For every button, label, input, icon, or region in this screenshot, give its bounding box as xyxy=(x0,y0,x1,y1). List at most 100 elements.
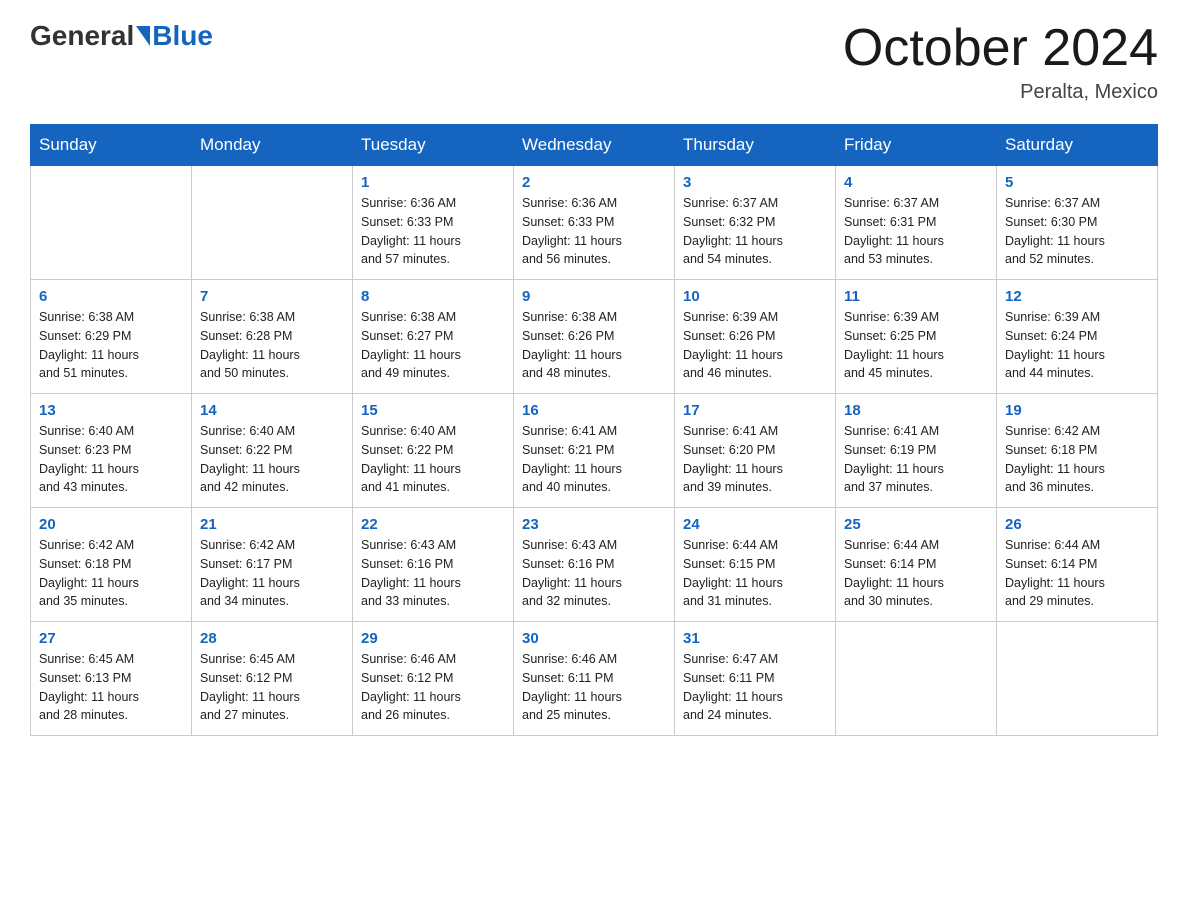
day-number: 9 xyxy=(522,288,666,305)
day-info: Sunrise: 6:43 AMSunset: 6:16 PMDaylight:… xyxy=(361,536,505,611)
day-info: Sunrise: 6:42 AMSunset: 6:18 PMDaylight:… xyxy=(1005,422,1149,497)
logo-blue-text: Blue xyxy=(152,20,213,52)
calendar-cell: 6 Sunrise: 6:38 AMSunset: 6:29 PMDaylight… xyxy=(31,280,192,394)
day-number: 25 xyxy=(844,516,988,533)
day-info: Sunrise: 6:42 AMSunset: 6:18 PMDaylight:… xyxy=(39,536,183,611)
day-number: 30 xyxy=(522,630,666,647)
day-number: 13 xyxy=(39,402,183,419)
calendar-cell: 17Sunrise: 6:41 AMSunset: 6:20 PMDayligh… xyxy=(675,394,836,508)
day-info: Sunrise: 6:36 AMSunset: 6:33 PMDaylight:… xyxy=(361,194,505,269)
calendar-cell: 18Sunrise: 6:41 AMSunset: 6:19 PMDayligh… xyxy=(836,394,997,508)
day-info: Sunrise: 6:39 AMSunset: 6:25 PMDaylight:… xyxy=(844,308,988,383)
day-info: Sunrise: 6:38 AMSunset: 6:28 PMDaylight:… xyxy=(200,308,344,383)
calendar-cell: 15 Sunrise: 6:40 AMSunset: 6:22 PMDayligh… xyxy=(353,394,514,508)
logo-arrow-icon xyxy=(136,26,150,46)
calendar-week-row: 20Sunrise: 6:42 AMSunset: 6:18 PMDayligh… xyxy=(31,508,1158,622)
calendar-week-row: 13 Sunrise: 6:40 AMSunset: 6:23 PMDayligh… xyxy=(31,394,1158,508)
title-block: October 2024 Peralta, Mexico xyxy=(843,20,1158,104)
day-number: 6 xyxy=(39,288,183,305)
calendar-cell xyxy=(31,166,192,280)
logo-general-text: General xyxy=(30,20,134,52)
day-info: Sunrise: 6:37 AMSunset: 6:31 PMDaylight:… xyxy=(844,194,988,269)
day-info: Sunrise: 6:37 AMSunset: 6:32 PMDaylight:… xyxy=(683,194,827,269)
calendar-cell: 23 Sunrise: 6:43 AMSunset: 6:16 PMDayligh… xyxy=(514,508,675,622)
calendar-cell: 30 Sunrise: 6:46 AMSunset: 6:11 PMDayligh… xyxy=(514,622,675,736)
day-info: Sunrise: 6:38 AMSunset: 6:27 PMDaylight:… xyxy=(361,308,505,383)
day-number: 11 xyxy=(844,288,988,305)
day-info: Sunrise: 6:36 AMSunset: 6:33 PMDaylight:… xyxy=(522,194,666,269)
day-info: Sunrise: 6:37 AMSunset: 6:30 PMDaylight:… xyxy=(1005,194,1149,269)
calendar-cell: 22Sunrise: 6:43 AMSunset: 6:16 PMDayligh… xyxy=(353,508,514,622)
day-number: 27 xyxy=(39,630,183,647)
day-info: Sunrise: 6:46 AMSunset: 6:11 PMDaylight:… xyxy=(522,650,666,725)
day-number: 3 xyxy=(683,174,827,191)
calendar-cell: 14Sunrise: 6:40 AMSunset: 6:22 PMDayligh… xyxy=(192,394,353,508)
calendar-cell xyxy=(997,622,1158,736)
day-number: 26 xyxy=(1005,516,1149,533)
day-number: 21 xyxy=(200,516,344,533)
day-number: 16 xyxy=(522,402,666,419)
calendar-cell: 2 Sunrise: 6:36 AMSunset: 6:33 PMDaylight… xyxy=(514,166,675,280)
day-info: Sunrise: 6:39 AMSunset: 6:24 PMDaylight:… xyxy=(1005,308,1149,383)
day-info: Sunrise: 6:46 AMSunset: 6:12 PMDaylight:… xyxy=(361,650,505,725)
calendar-week-row: 6 Sunrise: 6:38 AMSunset: 6:29 PMDaylight… xyxy=(31,280,1158,394)
day-number: 17 xyxy=(683,402,827,419)
day-info: Sunrise: 6:39 AMSunset: 6:26 PMDaylight:… xyxy=(683,308,827,383)
weekday-header-thursday: Thursday xyxy=(675,125,836,166)
day-number: 1 xyxy=(361,174,505,191)
calendar-cell: 10 Sunrise: 6:39 AMSunset: 6:26 PMDayligh… xyxy=(675,280,836,394)
weekday-header-friday: Friday xyxy=(836,125,997,166)
calendar-cell: 24 Sunrise: 6:44 AMSunset: 6:15 PMDayligh… xyxy=(675,508,836,622)
day-info: Sunrise: 6:40 AMSunset: 6:23 PMDaylight:… xyxy=(39,422,183,497)
day-info: Sunrise: 6:45 AMSunset: 6:13 PMDaylight:… xyxy=(39,650,183,725)
day-number: 23 xyxy=(522,516,666,533)
logo: General Blue xyxy=(30,20,213,52)
day-number: 5 xyxy=(1005,174,1149,191)
calendar-cell: 31Sunrise: 6:47 AMSunset: 6:11 PMDayligh… xyxy=(675,622,836,736)
day-number: 2 xyxy=(522,174,666,191)
day-info: Sunrise: 6:44 AMSunset: 6:15 PMDaylight:… xyxy=(683,536,827,611)
day-info: Sunrise: 6:45 AMSunset: 6:12 PMDaylight:… xyxy=(200,650,344,725)
weekday-header-saturday: Saturday xyxy=(997,125,1158,166)
calendar-cell: 28 Sunrise: 6:45 AMSunset: 6:12 PMDayligh… xyxy=(192,622,353,736)
day-number: 31 xyxy=(683,630,827,647)
day-info: Sunrise: 6:38 AMSunset: 6:29 PMDaylight:… xyxy=(39,308,183,383)
day-info: Sunrise: 6:40 AMSunset: 6:22 PMDaylight:… xyxy=(361,422,505,497)
calendar-cell: 9 Sunrise: 6:38 AMSunset: 6:26 PMDaylight… xyxy=(514,280,675,394)
day-info: Sunrise: 6:44 AMSunset: 6:14 PMDaylight:… xyxy=(1005,536,1149,611)
day-number: 24 xyxy=(683,516,827,533)
calendar-cell: 1 Sunrise: 6:36 AMSunset: 6:33 PMDaylight… xyxy=(353,166,514,280)
day-number: 4 xyxy=(844,174,988,191)
calendar-cell: 25Sunrise: 6:44 AMSunset: 6:14 PMDayligh… xyxy=(836,508,997,622)
day-number: 15 xyxy=(361,402,505,419)
calendar-cell: 13 Sunrise: 6:40 AMSunset: 6:23 PMDayligh… xyxy=(31,394,192,508)
day-info: Sunrise: 6:41 AMSunset: 6:21 PMDaylight:… xyxy=(522,422,666,497)
page-header: General Blue October 2024 Peralta, Mexic… xyxy=(30,20,1158,104)
calendar-cell: 5 Sunrise: 6:37 AMSunset: 6:30 PMDaylight… xyxy=(997,166,1158,280)
calendar-header-row: SundayMondayTuesdayWednesdayThursdayFrid… xyxy=(31,125,1158,166)
day-number: 12 xyxy=(1005,288,1149,305)
calendar-cell: 11 Sunrise: 6:39 AMSunset: 6:25 PMDayligh… xyxy=(836,280,997,394)
weekday-header-tuesday: Tuesday xyxy=(353,125,514,166)
day-number: 14 xyxy=(200,402,344,419)
day-info: Sunrise: 6:38 AMSunset: 6:26 PMDaylight:… xyxy=(522,308,666,383)
day-number: 28 xyxy=(200,630,344,647)
calendar-cell: 8 Sunrise: 6:38 AMSunset: 6:27 PMDaylight… xyxy=(353,280,514,394)
day-info: Sunrise: 6:43 AMSunset: 6:16 PMDaylight:… xyxy=(522,536,666,611)
location-text: Peralta, Mexico xyxy=(843,81,1158,104)
calendar-cell: 21 Sunrise: 6:42 AMSunset: 6:17 PMDayligh… xyxy=(192,508,353,622)
calendar-cell: 3 Sunrise: 6:37 AMSunset: 6:32 PMDaylight… xyxy=(675,166,836,280)
calendar-table: SundayMondayTuesdayWednesdayThursdayFrid… xyxy=(30,124,1158,736)
calendar-week-row: 1 Sunrise: 6:36 AMSunset: 6:33 PMDaylight… xyxy=(31,166,1158,280)
day-number: 8 xyxy=(361,288,505,305)
day-info: Sunrise: 6:41 AMSunset: 6:19 PMDaylight:… xyxy=(844,422,988,497)
day-number: 19 xyxy=(1005,402,1149,419)
calendar-week-row: 27 Sunrise: 6:45 AMSunset: 6:13 PMDayligh… xyxy=(31,622,1158,736)
calendar-cell: 20Sunrise: 6:42 AMSunset: 6:18 PMDayligh… xyxy=(31,508,192,622)
calendar-cell: 29Sunrise: 6:46 AMSunset: 6:12 PMDayligh… xyxy=(353,622,514,736)
weekday-header-wednesday: Wednesday xyxy=(514,125,675,166)
calendar-cell xyxy=(836,622,997,736)
day-info: Sunrise: 6:42 AMSunset: 6:17 PMDaylight:… xyxy=(200,536,344,611)
day-number: 10 xyxy=(683,288,827,305)
month-title: October 2024 xyxy=(843,20,1158,77)
